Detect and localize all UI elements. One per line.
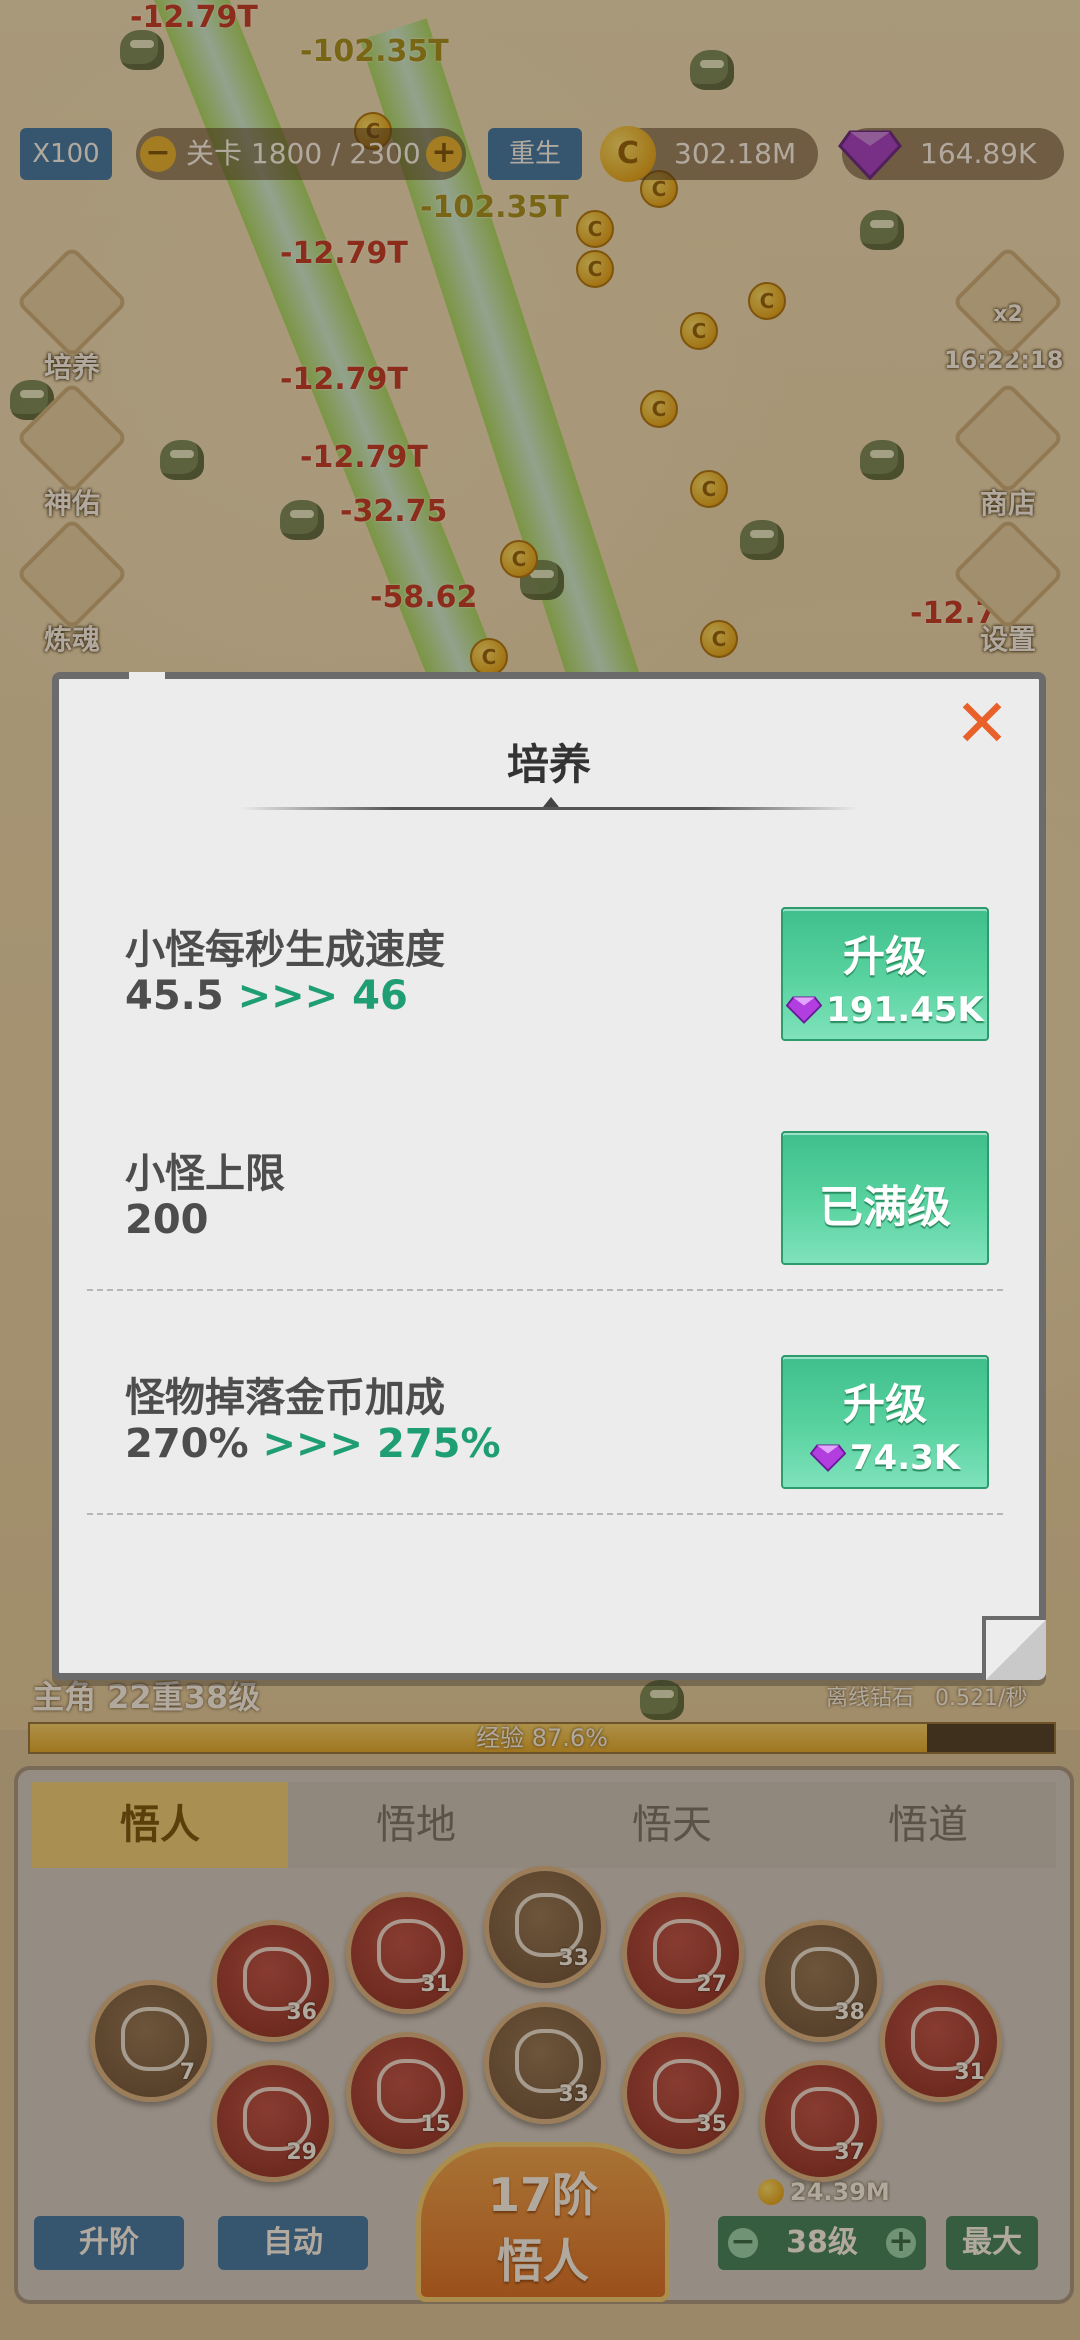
max-level-badge: 已满级: [781, 1131, 989, 1265]
stat-value-coin-bonus: 270% >>> 275%: [125, 1421, 501, 1467]
max-level-label: 已满级: [819, 1182, 951, 1233]
upgrade-cost-amount: 191.45K: [826, 990, 984, 1030]
stat-arrow: >>>: [237, 973, 339, 1019]
upgrade-cost: 74.3K: [783, 1438, 987, 1478]
stat-value-monster-cap: 200: [125, 1197, 209, 1243]
gem-icon: [786, 996, 823, 1024]
upgrade-cost: 191.45K: [783, 990, 987, 1030]
upgrade-label: 升级: [842, 932, 927, 981]
upgrade-cost-amount: 74.3K: [849, 1438, 961, 1478]
upgrade-spawn-rate-button[interactable]: 升级 191.45K: [781, 907, 989, 1041]
upgrade-coin-bonus-button[interactable]: 升级 74.3K: [781, 1355, 989, 1489]
train-dialog: 培养 ✕ 小怪每秒生成速度 45.5 >>> 46 升级 191.45K 小怪上…: [52, 672, 1046, 1680]
page-curl: [982, 1616, 1046, 1680]
row-divider: [87, 1513, 1003, 1515]
upgrade-label: 升级: [842, 1380, 927, 1429]
stat-name-spawn-rate: 小怪每秒生成速度: [125, 927, 445, 973]
gem-icon: [809, 1444, 846, 1472]
stat-current: 270%: [125, 1421, 249, 1467]
dialog-notch: [129, 672, 165, 692]
row-divider: [87, 1289, 1003, 1291]
stat-next: 275%: [377, 1421, 501, 1467]
stat-next: 46: [352, 973, 408, 1019]
stat-name-monster-cap: 小怪上限: [125, 1151, 285, 1197]
stat-name-coin-bonus: 怪物掉落金币加成: [125, 1375, 445, 1421]
close-icon[interactable]: ✕: [951, 691, 1013, 757]
stat-current: 45.5: [125, 973, 224, 1019]
stat-arrow: >>>: [262, 1421, 364, 1467]
stat-current: 200: [125, 1197, 209, 1243]
dialog-title: 培养: [506, 740, 591, 789]
title-divider-marker: [543, 797, 559, 807]
stat-value-spawn-rate: 45.5 >>> 46: [125, 973, 408, 1019]
title-divider: [239, 807, 859, 810]
